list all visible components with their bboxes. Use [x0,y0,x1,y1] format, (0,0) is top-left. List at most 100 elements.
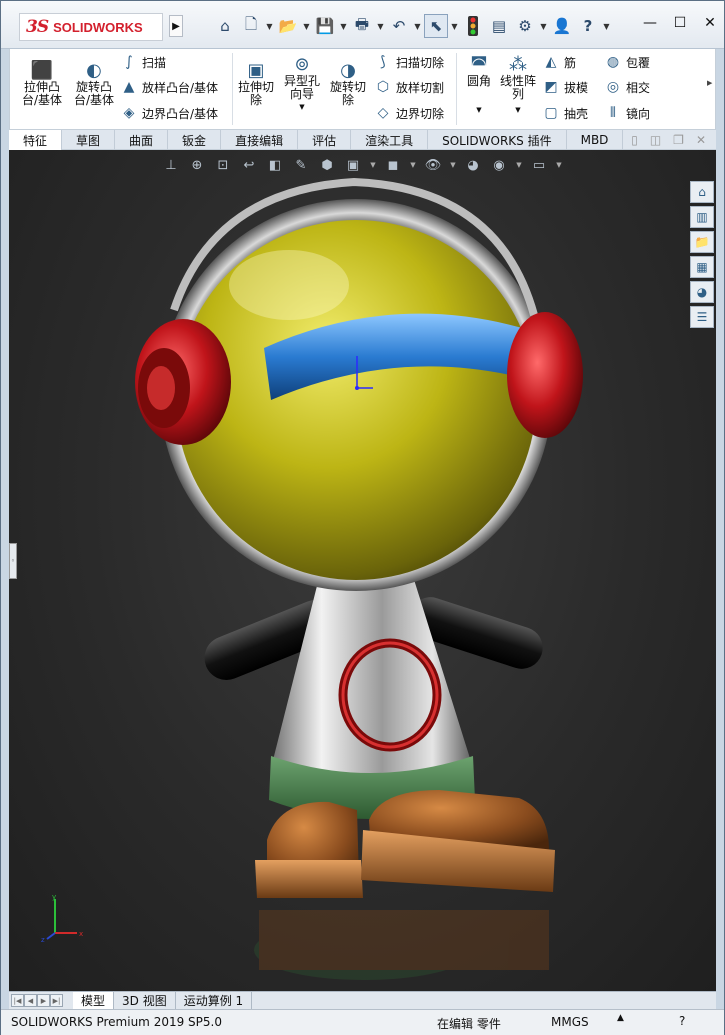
fillet-dropdown-icon[interactable]: ▼ [476,104,481,117]
display-style-icon[interactable]: ▣ [343,156,363,174]
home-icon[interactable]: ⌂ [213,14,237,38]
prev-tab-icon[interactable]: ◀ [24,994,37,1007]
extrude-cut-button[interactable]: ▣ 拉伸切除 [236,59,276,107]
tab-features[interactable]: 特征 [9,130,63,150]
open-icon[interactable]: 📂 [276,14,300,38]
extrude-cut-icon: ▣ [247,59,265,81]
tab-model[interactable]: 模型 [73,992,115,1009]
new-dropdown-icon[interactable]: ▼ [265,22,274,31]
mirror-button[interactable]: ⫴ 镜向 [604,104,650,122]
save-dropdown-icon[interactable]: ▼ [339,22,348,31]
user-icon[interactable]: 👤 [550,14,574,38]
apply-scene-icon[interactable]: ◉ [489,156,509,174]
select-dropdown-icon[interactable]: ▼ [450,22,459,31]
open-dropdown-icon[interactable]: ▼ [302,22,311,31]
fillet-button[interactable]: ◚ 圆角 ▼ [462,53,496,117]
view-visibility-icon[interactable]: 👁 [423,156,443,174]
solidworks-logo[interactable]: 3S SOLIDWORKS [19,13,163,41]
undo-dropdown-icon[interactable]: ▼ [413,22,422,31]
view-orientation-icon[interactable]: ⊥ [161,156,181,174]
save-icon[interactable]: 💾 [313,14,337,38]
ribbon-expand-icon[interactable]: ▶ [707,79,712,87]
revolve-boss-button[interactable]: ◐ 旋转凸 台/基体 [68,59,120,107]
restore-doc-icon[interactable]: ❐ [673,133,684,147]
boundary-cut-button[interactable]: ◇ 边界切除 [374,104,444,122]
tab-direct-editing[interactable]: 直接编辑 [221,130,299,150]
new-document-icon[interactable]: 🗋 [239,14,263,38]
edit-appearance-icon[interactable]: ◕ [463,156,483,174]
traffic-light-icon[interactable] [461,14,485,38]
dynamic-annotation-icon[interactable]: ✎ [291,156,311,174]
maximize-icon[interactable]: ☐ [672,15,688,31]
unit-system[interactable]: MMGS [551,1015,589,1029]
lofted-cut-button[interactable]: ⬡ 放样切割 [374,78,444,96]
intersect-button[interactable]: ◎ 相交 [604,78,650,96]
view-settings-icon[interactable]: ▭ [529,156,549,174]
hole-wizard-button[interactable]: ⊚ 异型孔 向导 ▼ [280,53,324,114]
hide-show-items-icon[interactable]: ◼ [383,156,403,174]
minimize-icon[interactable]: — [642,15,658,31]
appearances-icon[interactable]: ◕ [690,281,714,303]
display-style-dropdown-icon[interactable]: ▼ [369,156,377,174]
wrap-button[interactable]: ◍ 包覆 [604,53,650,71]
extrude-boss-button[interactable]: ⬛ 拉伸凸 台/基体 [16,59,68,107]
tab-surfaces[interactable]: 曲面 [115,130,169,150]
loft-boss-button[interactable]: ▲ 放样凸台/基体 [120,78,218,96]
close-icon[interactable]: ✕ [702,15,718,31]
status-help-icon[interactable]: ? [679,1014,685,1028]
swept-cut-button[interactable]: ⟆ 扫描切除 [374,53,444,71]
tab-evaluate[interactable]: 评估 [298,130,352,150]
view-cube-icon[interactable]: ⬢ [317,156,337,174]
visibility-dropdown-icon[interactable]: ▼ [449,156,457,174]
robot-model-render[interactable] [9,150,716,991]
tab-motion-study-1[interactable]: 运动算例 1 [176,992,253,1009]
help-icon[interactable]: ? [576,14,600,38]
revolve-cut-button[interactable]: ◑ 旋转切除 [326,59,370,107]
print-icon[interactable]: 🖶 [350,14,374,38]
scene-dropdown-icon[interactable]: ▼ [515,156,523,174]
file-properties-icon[interactable]: ▤ [487,14,511,38]
tab-render-tools[interactable]: 渲染工具 [351,130,429,150]
section-view-icon[interactable]: ◧ [265,156,285,174]
zoom-to-area-icon[interactable]: ⊡ [213,156,233,174]
zoom-to-fit-icon[interactable]: ⊕ [187,156,207,174]
select-icon[interactable]: ⬉ [424,14,448,38]
tab-3d-view[interactable]: 3D 视图 [114,992,176,1009]
last-tab-icon[interactable]: ▶| [50,994,63,1007]
sweep-button[interactable]: ∫ 扫描 [120,53,166,71]
hide-show-dropdown-icon[interactable]: ▼ [409,156,417,174]
next-tab-icon[interactable]: ▶ [37,994,50,1007]
tab-sketch[interactable]: 草图 [62,130,116,150]
print-dropdown-icon[interactable]: ▼ [376,22,385,31]
hole-wizard-dropdown-icon[interactable]: ▼ [299,101,304,114]
tab-mbd[interactable]: MBD [567,130,624,150]
file-explorer-icon[interactable]: 📁 [690,231,714,253]
linear-pattern-dropdown-icon[interactable]: ▼ [515,104,520,117]
options-dropdown-icon[interactable]: ▼ [539,22,548,31]
design-library-icon[interactable]: ▥ [690,206,714,228]
tab-sheet-metal[interactable]: 钣金 [168,130,222,150]
boundary-boss-button[interactable]: ◈ 边界凸台/基体 [120,104,218,122]
view-palette-icon[interactable]: ▦ [690,256,714,278]
menu-expand-arrow-icon[interactable]: ▶ [169,15,183,37]
shell-button[interactable]: ▢ 抽壳 [542,104,588,122]
fillet-icon: ◚ [470,53,488,75]
rib-button[interactable]: ◭ 筋 [542,53,576,71]
close-doc-icon[interactable]: ✕ [696,133,706,147]
view-settings-dropdown-icon[interactable]: ▼ [555,156,563,174]
feature-manager-handle[interactable]: ◦ [9,543,17,579]
options-gear-icon[interactable]: ⚙ [513,14,537,38]
split-icon[interactable]: ◫ [650,133,661,147]
graphics-viewport[interactable]: ⊥ ⊕ ⊡ ↩ ◧ ✎ ⬢ ▣ ▼ ◼ ▼ 👁 ▼ ◕ ◉ ▼ ▭ ▼ ⌂ ▥ … [9,150,716,991]
solidworks-resources-icon[interactable]: ⌂ [690,181,714,203]
unit-system-dropdown-icon[interactable]: ▲ [617,1013,624,1023]
first-tab-icon[interactable]: |◀ [11,994,24,1007]
previous-view-icon[interactable]: ↩ [239,156,259,174]
tile-icon[interactable]: ▯ [631,133,638,147]
tab-solidworks-addins[interactable]: SOLIDWORKS 插件 [428,130,567,150]
help-dropdown-icon[interactable]: ▼ [602,22,611,31]
linear-pattern-button[interactable]: ⁂ 线性阵列 ▼ [498,53,538,117]
undo-icon[interactable]: ↶ [387,14,411,38]
draft-button[interactable]: ◩ 拔模 [542,78,588,96]
custom-properties-icon[interactable]: ☰ [690,306,714,328]
